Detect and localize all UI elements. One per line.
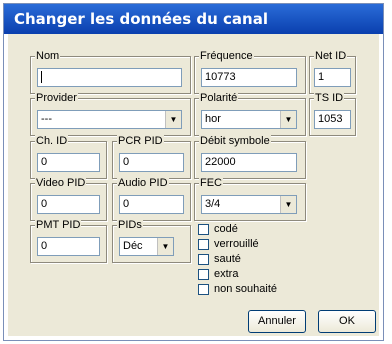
- dropdown-arrow-icon[interactable]: ▼: [157, 238, 173, 255]
- dropdown-arrow-icon[interactable]: ▼: [165, 111, 181, 128]
- pids-value: Déc: [123, 240, 143, 252]
- debit-input[interactable]: 22000: [201, 153, 297, 172]
- checkbox-code[interactable]: codé: [198, 222, 238, 236]
- pids-group: PIDs Déc ▼: [112, 218, 191, 263]
- pmt-pid-group: PMT PID 0: [30, 218, 107, 263]
- pcr-pid-label: PCR PID: [117, 134, 164, 148]
- pmt-pid-input[interactable]: 0: [37, 237, 100, 256]
- polarite-label: Polarité: [199, 91, 239, 105]
- video-pid-input[interactable]: 0: [37, 195, 100, 214]
- ch-id-input[interactable]: 0: [37, 153, 100, 172]
- net-id-input[interactable]: 1: [314, 68, 351, 87]
- checkbox-non-souhaite[interactable]: non souhaité: [198, 282, 277, 296]
- checkbox-label: non souhaité: [214, 283, 277, 295]
- frequence-label: Fréquence: [199, 49, 254, 63]
- checkbox-box[interactable]: [198, 283, 209, 295]
- checkbox-saute[interactable]: sauté: [198, 252, 241, 266]
- frequence-group: Fréquence 10773: [194, 49, 306, 94]
- net-id-group: Net ID 1: [309, 49, 356, 94]
- nom-label: Nom: [35, 49, 61, 63]
- dropdown-arrow-icon[interactable]: ▼: [280, 196, 296, 213]
- text-caret: [41, 71, 42, 84]
- pids-select[interactable]: Déc ▼: [119, 237, 174, 256]
- polarite-value: hor: [205, 113, 221, 125]
- frequence-input[interactable]: 10773: [201, 68, 297, 87]
- checkbox-box[interactable]: [198, 253, 209, 265]
- ok-button[interactable]: OK: [318, 310, 376, 333]
- nom-group: Nom: [30, 49, 191, 94]
- fec-label: FEC: [199, 176, 223, 190]
- provider-label: Provider: [35, 91, 78, 105]
- provider-select[interactable]: --- ▼: [37, 110, 182, 129]
- ts-id-input[interactable]: 1053: [314, 110, 351, 129]
- video-pid-group: Video PID 0: [30, 176, 107, 221]
- audio-pid-label: Audio PID: [117, 176, 169, 190]
- checkbox-extra[interactable]: extra: [198, 267, 238, 281]
- fec-group: FEC 3/4 ▼: [194, 176, 306, 221]
- checkbox-box[interactable]: [198, 268, 209, 280]
- nom-input[interactable]: [37, 68, 182, 87]
- pcr-pid-input[interactable]: 0: [119, 153, 184, 172]
- polarite-group: Polarité hor ▼: [194, 91, 306, 136]
- video-pid-label: Video PID: [35, 176, 87, 190]
- pmt-pid-label: PMT PID: [35, 218, 82, 232]
- cancel-button[interactable]: Annuler: [248, 310, 306, 333]
- net-id-label: Net ID: [314, 49, 348, 63]
- audio-pid-input[interactable]: 0: [119, 195, 184, 214]
- dialog-window: Changer les données du canal Nom Fréquen…: [3, 3, 384, 341]
- checkbox-label: codé: [214, 223, 238, 235]
- pcr-pid-group: PCR PID 0: [112, 134, 191, 179]
- checkbox-label: sauté: [214, 253, 241, 265]
- debit-label: Débit symbole: [199, 134, 271, 148]
- provider-group: Provider --- ▼: [30, 91, 191, 136]
- dialog-client-area: Nom Fréquence 10773 Net ID 1 Provider --…: [8, 34, 379, 336]
- checkbox-verrouille[interactable]: verrouillé: [198, 237, 259, 251]
- audio-pid-group: Audio PID 0: [112, 176, 191, 221]
- checkbox-label: verrouillé: [214, 238, 259, 250]
- ch-id-label: Ch. ID: [35, 134, 69, 148]
- checkbox-box[interactable]: [198, 238, 209, 250]
- window-title: Changer les données du canal: [4, 4, 383, 34]
- fec-select[interactable]: 3/4 ▼: [201, 195, 297, 214]
- ts-id-label: TS ID: [314, 91, 345, 105]
- fec-value: 3/4: [205, 198, 221, 210]
- polarite-select[interactable]: hor ▼: [201, 110, 297, 129]
- pids-label: PIDs: [117, 218, 143, 232]
- checkbox-label: extra: [214, 268, 239, 280]
- ch-id-group: Ch. ID 0: [30, 134, 107, 179]
- ts-id-group: TS ID 1053: [309, 91, 356, 136]
- checkbox-box[interactable]: [198, 223, 209, 235]
- debit-group: Débit symbole 22000: [194, 134, 306, 179]
- dropdown-arrow-icon[interactable]: ▼: [280, 111, 296, 128]
- provider-value: ---: [41, 113, 52, 125]
